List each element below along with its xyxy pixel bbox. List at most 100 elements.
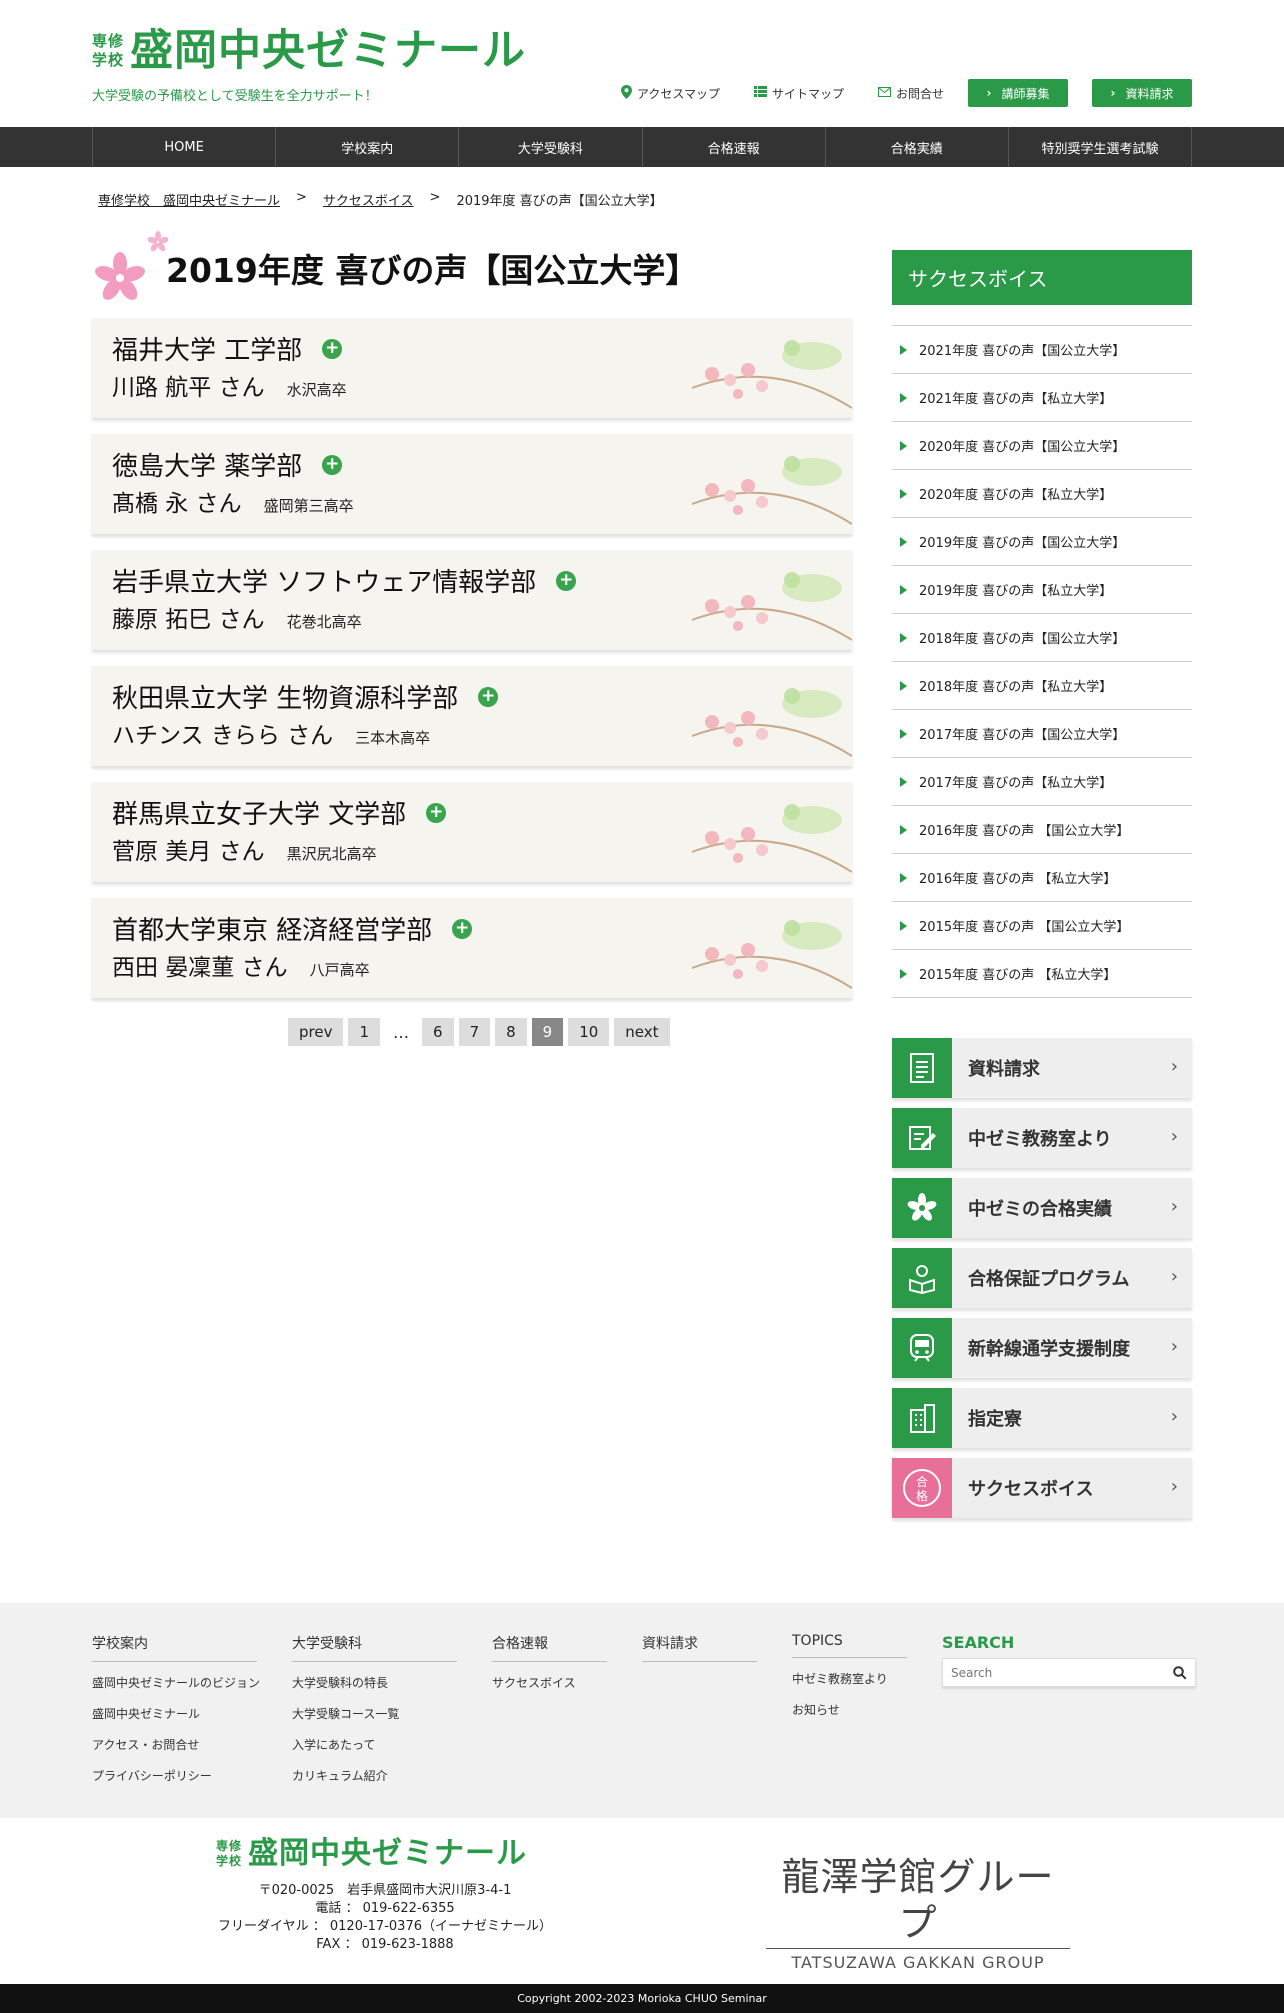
footer-link[interactable]: 盛岡中央ゼミナールのビジョン	[92, 1674, 260, 1691]
sidebar-item[interactable]: 2021年度 喜びの声【国公立大学】	[892, 326, 1192, 374]
voice-card[interactable]: 徳島大学 薬学部 + 髙橋 永 さん 盛岡第三高卒	[92, 434, 852, 534]
breadcrumb-home[interactable]: 専修学校 盛岡中央ゼミナール	[98, 190, 280, 209]
footer-link[interactable]: 盛岡中央ゼミナール	[92, 1705, 257, 1722]
plus-icon[interactable]: +	[322, 454, 343, 475]
sidebar-item[interactable]: 2015年度 喜びの声 【国公立大学】	[892, 902, 1192, 950]
voice-card[interactable]: 福井大学 工学部 + 川路 航平 さん 水沢高卒	[92, 318, 852, 418]
footer-link[interactable]: プライバシーポリシー	[92, 1767, 257, 1784]
sidebar-item[interactable]: 2015年度 喜びの声 【私立大学】	[892, 950, 1192, 998]
list-icon	[753, 86, 767, 100]
site-logo[interactable]: 専修 学校 盛岡中央ゼミナール	[92, 26, 526, 76]
chevron-right-icon: ›	[1170, 1336, 1178, 1357]
recruit-button[interactable]: › 講師募集	[968, 79, 1068, 107]
sidebar-title: サクセスボイス	[892, 250, 1192, 305]
voice-card[interactable]: 岩手県立大学 ソフトウェア情報学部 + 藤原 拓巳 さん 花巻北高卒	[92, 550, 852, 650]
triangle-right-icon	[900, 920, 907, 931]
tagline: 大学受験の予備校として受験生を全力サポート！	[92, 89, 378, 104]
search-input[interactable]	[943, 1665, 1165, 1680]
triangle-right-icon	[900, 440, 907, 451]
bird-blossom-illustration	[691, 572, 852, 641]
plus-icon[interactable]: +	[478, 686, 499, 707]
plus-icon[interactable]: +	[452, 918, 473, 939]
banner-pass-guarantee[interactable]: 合格保証プログラム ›	[892, 1248, 1192, 1308]
footer-column-exam: 大学受験科 大学受験科の特長 大学受験コース一覧 入学にあたって カリキュラム紹…	[292, 1633, 457, 1798]
sidebar-item[interactable]: 2016年度 喜びの声 【私立大学】	[892, 854, 1192, 902]
pagination-page-6[interactable]: 6	[422, 1018, 454, 1046]
nav-pass-results[interactable]: 合格実績	[826, 127, 1009, 167]
triangle-right-icon	[900, 776, 907, 787]
voice-card[interactable]: 首都大学東京 経済経営学部 + 西田 晏凜菫 さん 八戸高卒	[92, 898, 852, 998]
footer-link[interactable]: 資料請求	[642, 1633, 757, 1662]
sidebar-item[interactable]: 2017年度 喜びの声【私立大学】	[892, 758, 1192, 806]
sidebar-item[interactable]: 2016年度 喜びの声 【国公立大学】	[892, 806, 1192, 854]
voice-university: 岩手県立大学 ソフトウェア情報学部	[112, 568, 537, 598]
triangle-right-icon	[900, 824, 907, 835]
voice-school: 水沢高卒	[286, 381, 347, 399]
sidebar-item[interactable]: 2019年度 喜びの声【国公立大学】	[892, 518, 1192, 566]
nav-university-exam[interactable]: 大学受験科	[459, 127, 643, 167]
sidebar-item[interactable]: 2020年度 喜びの声【私立大学】	[892, 470, 1192, 518]
sitemap-link[interactable]: サイトマップ	[753, 85, 844, 102]
footer-link[interactable]: 大学受験科の特長	[292, 1674, 457, 1691]
search-button[interactable]	[1165, 1658, 1195, 1687]
plus-icon[interactable]: +	[322, 338, 343, 359]
sidebar-item[interactable]: 2018年度 喜びの声【私立大学】	[892, 662, 1192, 710]
plus-icon[interactable]: +	[556, 570, 577, 591]
pagination-page-10[interactable]: 10	[568, 1018, 610, 1046]
voice-card[interactable]: 群馬県立女子大学 文学部 + 菅原 美月 さん 黒沢尻北高卒	[92, 782, 852, 882]
pagination-next[interactable]: next	[614, 1018, 670, 1046]
logo-school-type: 専修 学校	[92, 32, 125, 69]
footer-link[interactable]: サクセスボイス	[492, 1674, 607, 1691]
voice-card[interactable]: 秋田県立大学 生物資源科学部 + ハチンス きらら さん 三本木高卒	[92, 666, 852, 766]
banner-shinkansen-support[interactable]: 新幹線通学支援制度 ›	[892, 1318, 1192, 1378]
group-logo[interactable]: 龍澤学館グループ TATSUZAWA GAKKAN GROUP	[766, 1854, 1070, 1972]
contact-link[interactable]: お問合せ	[877, 85, 944, 102]
building-icon	[892, 1388, 952, 1448]
banner-brochure[interactable]: 資料請求 ›	[892, 1038, 1192, 1098]
sidebar-item[interactable]: 2019年度 喜びの声【私立大学】	[892, 566, 1192, 614]
footer-link[interactable]: 中ゼミ教務室より	[792, 1670, 907, 1687]
triangle-right-icon	[900, 680, 907, 691]
voice-school: 盛岡第三高卒	[263, 497, 354, 515]
banner-pass-results[interactable]: 中ゼミの合格実績 ›	[892, 1178, 1192, 1238]
banner-office-news[interactable]: 中ゼミ教務室より ›	[892, 1108, 1192, 1168]
brochure-button[interactable]: › 資料請求	[1092, 79, 1192, 107]
sidebar-item[interactable]: 2018年度 喜びの声【国公立大学】	[892, 614, 1192, 662]
nav-scholarship-exam[interactable]: 特別奨学生選考試験	[1009, 127, 1193, 167]
pagination-page-8[interactable]: 8	[495, 1018, 527, 1046]
nav-home[interactable]: HOME	[93, 127, 277, 167]
footer-link[interactable]: 入学にあたって	[292, 1736, 457, 1753]
banner-success-voice[interactable]: 合格 サクセスボイス ›	[892, 1458, 1192, 1518]
footer-link[interactable]: アクセス・お問合せ	[92, 1736, 257, 1753]
banner-dormitory[interactable]: 指定寮 ›	[892, 1388, 1192, 1448]
pagination-page-9-current[interactable]: 9	[531, 1018, 564, 1046]
pagination-page-1[interactable]: 1	[348, 1018, 381, 1046]
voice-student-name: ハチンス きらら さん	[112, 723, 334, 749]
nav-pass-news[interactable]: 合格速報	[643, 127, 826, 167]
footer-link[interactable]: 大学受験コース一覧	[292, 1705, 457, 1722]
bird-blossom-illustration	[691, 340, 852, 409]
sidebar-item[interactable]: 2021年度 喜びの声【私立大学】	[892, 374, 1192, 422]
edit-note-icon	[892, 1108, 952, 1168]
sidebar-item[interactable]: 2020年度 喜びの声【国公立大学】	[892, 422, 1192, 470]
pagination-page-7[interactable]: 7	[458, 1018, 491, 1046]
footer-link[interactable]: お知らせ	[792, 1701, 907, 1718]
breadcrumb-separator: >	[429, 190, 441, 205]
chevron-right-icon: ›	[1170, 1196, 1178, 1217]
sidebar-item[interactable]: 2017年度 喜びの声【国公立大学】	[892, 710, 1192, 758]
voice-school: 花巻北高卒	[286, 613, 362, 631]
search-icon	[1173, 1665, 1187, 1680]
nav-school-guide[interactable]: 学校案内	[276, 127, 460, 167]
search-box	[942, 1658, 1196, 1687]
voice-university: 首都大学東京 経済経営学部	[112, 916, 433, 946]
pagination-prev[interactable]: prev	[288, 1018, 344, 1046]
triangle-right-icon	[900, 536, 907, 547]
footer-logo[interactable]: 専修 学校 盛岡中央ゼミナール	[216, 1836, 527, 1872]
footer-column-pass-news: 合格速報 サクセスボイス	[492, 1633, 607, 1705]
chevron-right-icon: ›	[1170, 1406, 1178, 1427]
access-map-link[interactable]: アクセスマップ	[620, 84, 720, 102]
voice-student-name: 髙橋 永 さん	[112, 491, 242, 517]
breadcrumb-parent[interactable]: サクセスボイス	[323, 190, 414, 209]
footer-link[interactable]: カリキュラム紹介	[292, 1767, 457, 1784]
plus-icon[interactable]: +	[426, 802, 447, 823]
